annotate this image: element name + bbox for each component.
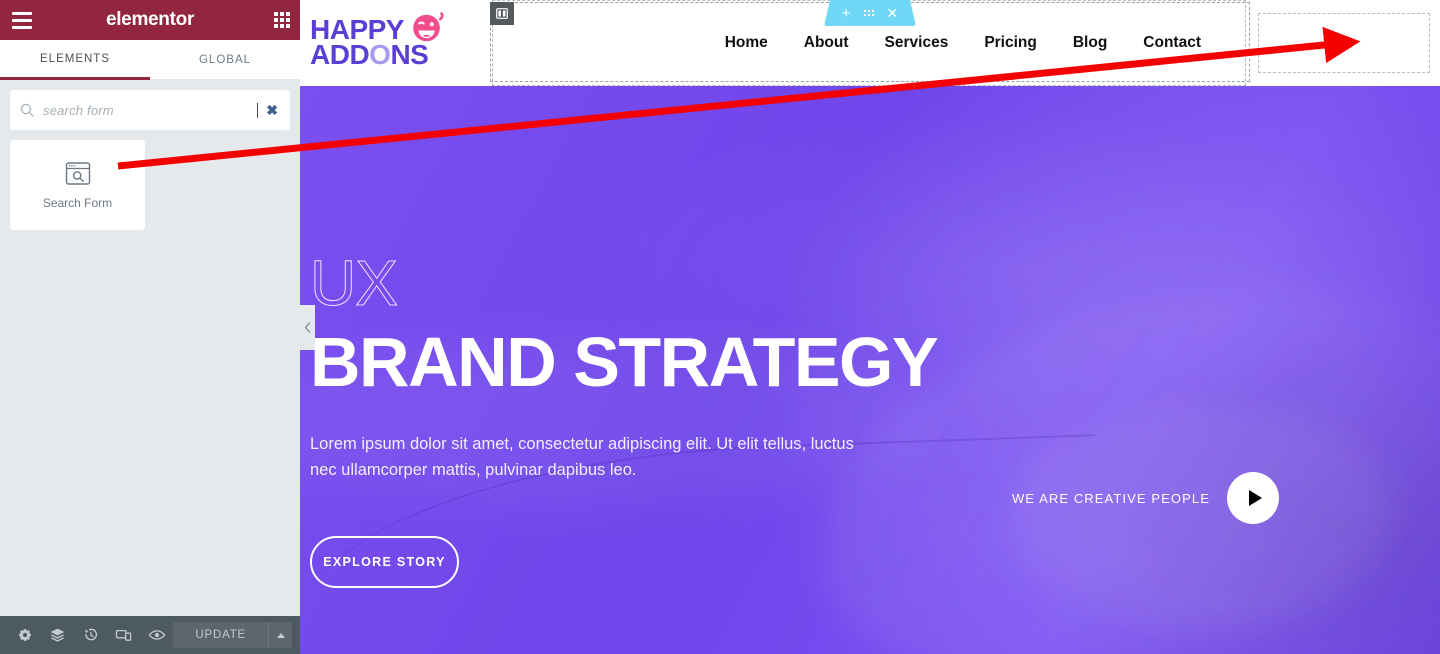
empty-column-drop-zone[interactable]: + (1258, 13, 1430, 73)
panel-collapse-button[interactable] (300, 305, 315, 350)
editor-canvas: + ✕ HAPPY ADDONS Home About Services Pri… (300, 0, 1440, 654)
update-button[interactable]: UPDATE (173, 622, 268, 648)
panel-header: elementor (0, 0, 300, 40)
search-input[interactable] (43, 102, 259, 118)
history-button[interactable] (74, 616, 107, 654)
widget-search-form[interactable]: Search Form (10, 140, 145, 230)
eye-icon (148, 630, 166, 640)
explore-story-button[interactable]: EXPLORE STORY (310, 535, 459, 588)
happy-face-icon (410, 10, 444, 43)
preview-button[interactable] (140, 616, 173, 654)
column-layout-icon (496, 8, 508, 19)
update-group: UPDATE (173, 622, 292, 648)
nav-item-contact[interactable]: Contact (1143, 34, 1201, 52)
elementor-wordmark: elementor (105, 9, 195, 30)
column-handle[interactable] (490, 2, 514, 25)
search-form-widget-icon (64, 161, 92, 187)
hero-section: UX BRAND STRATEGY Lorem ipsum dolor sit … (300, 86, 1440, 654)
creative-people-label: WE ARE CREATIVE PEOPLE (1011, 490, 1210, 506)
logo-text-ns: NS (390, 39, 429, 71)
elementor-panel: elementor ELEMENTS GLOBAL ✖ (0, 0, 300, 654)
history-icon (84, 628, 97, 641)
nav-item-home[interactable]: Home (725, 34, 768, 52)
gear-icon (18, 629, 31, 641)
hero-description: Lorem ipsum dolor sit amet, consectetur … (310, 434, 854, 480)
site-nav: Home About Services Pricing Blog Contact (725, 34, 1245, 52)
logo-column: HAPPY ADDONS (300, 0, 492, 86)
add-section-icon[interactable]: + (842, 6, 851, 21)
play-icon (1248, 490, 1262, 506)
tab-elements[interactable]: ELEMENTS (0, 40, 150, 80)
panel-tabs: ELEMENTS GLOBAL (0, 40, 300, 80)
widgets-grid-icon[interactable] (274, 12, 290, 28)
chevron-up-icon (276, 632, 285, 638)
hamburger-menu-icon[interactable] (10, 11, 32, 29)
play-video-button[interactable] (1227, 472, 1279, 524)
nav-item-about[interactable]: About (804, 34, 849, 52)
layers-icon (50, 628, 65, 642)
devices-icon (116, 629, 132, 641)
drag-dots-icon[interactable] (863, 10, 874, 16)
navigator-button[interactable] (41, 616, 74, 654)
search-box[interactable]: ✖ (10, 90, 290, 130)
nav-item-pricing[interactable]: Pricing (984, 34, 1037, 52)
responsive-mode-button[interactable] (107, 616, 140, 654)
clear-search-icon[interactable]: ✖ (258, 103, 280, 117)
nav-item-blog[interactable]: Blog (1073, 34, 1107, 52)
site-header-section: + ✕ HAPPY ADDONS Home About Services Pri… (300, 0, 1440, 86)
settings-button[interactable] (8, 616, 41, 654)
hero-content: UX BRAND STRATEGY Lorem ipsum dolor sit … (300, 247, 1440, 588)
logo-line-2: ADDONS (310, 41, 444, 69)
hero-headline: BRAND STRATEGY (310, 322, 939, 401)
plus-icon[interactable]: + (1337, 31, 1351, 55)
widget-label: Search Form (42, 195, 113, 210)
hero-eyebrow: UX (310, 247, 399, 319)
widget-list: Search Form (0, 140, 300, 616)
search-area: ✖ (0, 80, 300, 140)
search-icon (20, 103, 34, 117)
delete-section-icon[interactable]: ✕ (887, 6, 899, 20)
logo-text-add: ADD (310, 39, 370, 71)
hero-video-row: WE ARE CREATIVE PEOPLE (1012, 472, 1279, 524)
tab-global[interactable]: GLOBAL (150, 40, 300, 80)
section-toolbar: + ✕ (824, 0, 916, 26)
happy-addons-logo: HAPPY ADDONS (310, 12, 444, 69)
panel-footer: UPDATE (0, 616, 300, 654)
chevron-left-icon (304, 322, 311, 333)
elementor-editor: elementor ELEMENTS GLOBAL ✖ (0, 0, 1440, 654)
nav-item-services[interactable]: Services (885, 34, 949, 52)
logo-text-o: O (369, 39, 391, 71)
update-options-button[interactable] (268, 622, 292, 648)
